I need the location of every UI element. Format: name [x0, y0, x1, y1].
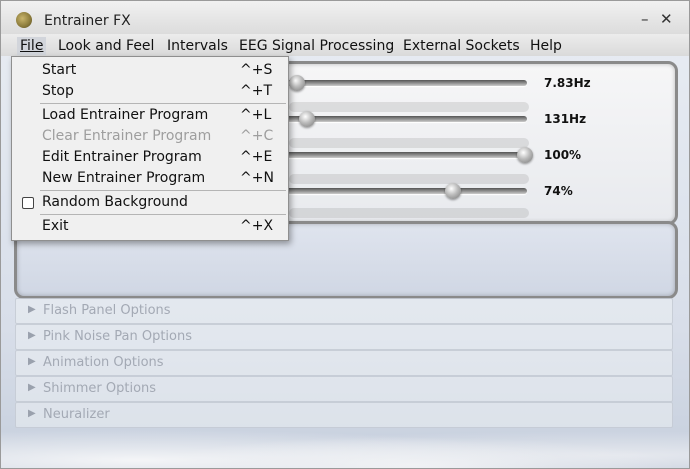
menu-item-shortcut: ^+E	[240, 149, 273, 165]
menu-file[interactable]: File	[17, 37, 47, 55]
title-bar[interactable]: Entrainer FX – ✕	[1, 1, 689, 34]
noise-slider-knob[interactable]	[445, 183, 461, 199]
menu-item-label: Random Background	[42, 194, 188, 210]
expand-arrow-icon: ▶	[28, 356, 36, 367]
menu-item-stop[interactable]: Stop ^+T	[12, 81, 288, 102]
expand-arrow-icon: ▶	[28, 304, 36, 315]
menu-separator	[40, 190, 286, 191]
slider-reflection	[289, 138, 529, 148]
frequency-slider-knob[interactable]	[289, 75, 305, 91]
option-label: Pink Noise Pan Options	[43, 329, 193, 344]
noise-value: 74%	[544, 184, 573, 198]
slider-reflection	[289, 208, 529, 218]
menu-item-random-background[interactable]: Random Background	[12, 192, 288, 213]
app-logo-icon	[16, 12, 32, 28]
menu-item-label: Load Entrainer Program	[42, 107, 209, 123]
option-label: Flash Panel Options	[43, 303, 171, 318]
expand-arrow-icon: ▶	[28, 408, 36, 419]
frequency-slider-track[interactable]	[277, 80, 527, 86]
random-background-checkbox[interactable]	[22, 197, 34, 209]
menu-item-label: Edit Entrainer Program	[42, 149, 202, 165]
volume-value: 100%	[544, 148, 582, 162]
minimize-button[interactable]: –	[641, 11, 649, 27]
menu-intervals[interactable]: Intervals	[164, 37, 231, 55]
file-menu-dropdown: Start ^+S Stop ^+T Load Entrainer Progra…	[11, 56, 289, 241]
shimmer-options-row[interactable]: ▶ Shimmer Options	[15, 376, 673, 402]
menu-item-shortcut: ^+L	[240, 107, 272, 123]
menu-item-load-program[interactable]: Load Entrainer Program ^+L	[12, 105, 288, 126]
volume-slider-track[interactable]	[277, 152, 527, 158]
menu-item-shortcut: ^+S	[240, 62, 273, 78]
window-title: Entrainer FX	[44, 13, 131, 29]
pitch-value: 131Hz	[544, 112, 587, 126]
menu-item-shortcut: ^+T	[240, 83, 273, 99]
pink-noise-pan-options-row[interactable]: ▶ Pink Noise Pan Options	[15, 324, 673, 350]
slider-reflection	[289, 102, 529, 112]
menu-item-label: Stop	[42, 83, 74, 99]
volume-slider-knob[interactable]	[517, 147, 533, 163]
menu-bar: File Look and Feel Intervals EEG Signal …	[1, 34, 689, 56]
menu-help[interactable]: Help	[527, 37, 565, 55]
option-label: Animation Options	[43, 355, 164, 370]
expand-arrow-icon: ▶	[28, 330, 36, 341]
menu-eeg-signal-processing[interactable]: EEG Signal Processing	[236, 37, 397, 55]
slider-reflection	[289, 174, 529, 184]
menu-item-label: Start	[42, 62, 77, 78]
menu-separator	[40, 103, 286, 104]
animation-options-row[interactable]: ▶ Animation Options	[15, 350, 673, 376]
menu-item-exit[interactable]: Exit ^+X	[12, 216, 288, 237]
menu-item-edit-program[interactable]: Edit Entrainer Program ^+E	[12, 147, 288, 168]
menu-external-sockets[interactable]: External Sockets	[400, 37, 523, 55]
menu-item-label: Exit	[42, 218, 69, 234]
menu-item-new-program[interactable]: New Entrainer Program ^+N	[12, 168, 288, 189]
option-label: Neuralizer	[43, 407, 110, 422]
menu-item-shortcut: ^+N	[240, 170, 274, 186]
frequency-value: 7.83Hz	[544, 76, 591, 90]
menu-look-and-feel[interactable]: Look and Feel	[55, 37, 157, 55]
menu-item-label: Clear Entrainer Program	[42, 128, 212, 144]
app-window: Entrainer FX – ✕ File Look and Feel Inte…	[0, 0, 690, 469]
option-label: Shimmer Options	[43, 381, 157, 396]
menu-item-start[interactable]: Start ^+S	[12, 60, 288, 81]
pitch-slider-knob[interactable]	[299, 111, 315, 127]
menu-item-clear-program: Clear Entrainer Program ^+C	[12, 126, 288, 147]
expand-arrow-icon: ▶	[28, 382, 36, 393]
menu-item-shortcut: ^+C	[240, 128, 274, 144]
menu-file-label: File	[20, 38, 44, 54]
menu-item-shortcut: ^+X	[240, 218, 274, 234]
close-button[interactable]: ✕	[660, 11, 673, 27]
menu-separator	[40, 214, 286, 215]
noise-slider-track[interactable]	[277, 188, 527, 194]
menu-item-label: New Entrainer Program	[42, 170, 206, 186]
flash-panel-options-row[interactable]: ▶ Flash Panel Options	[15, 298, 673, 324]
cloud-background	[1, 421, 689, 468]
